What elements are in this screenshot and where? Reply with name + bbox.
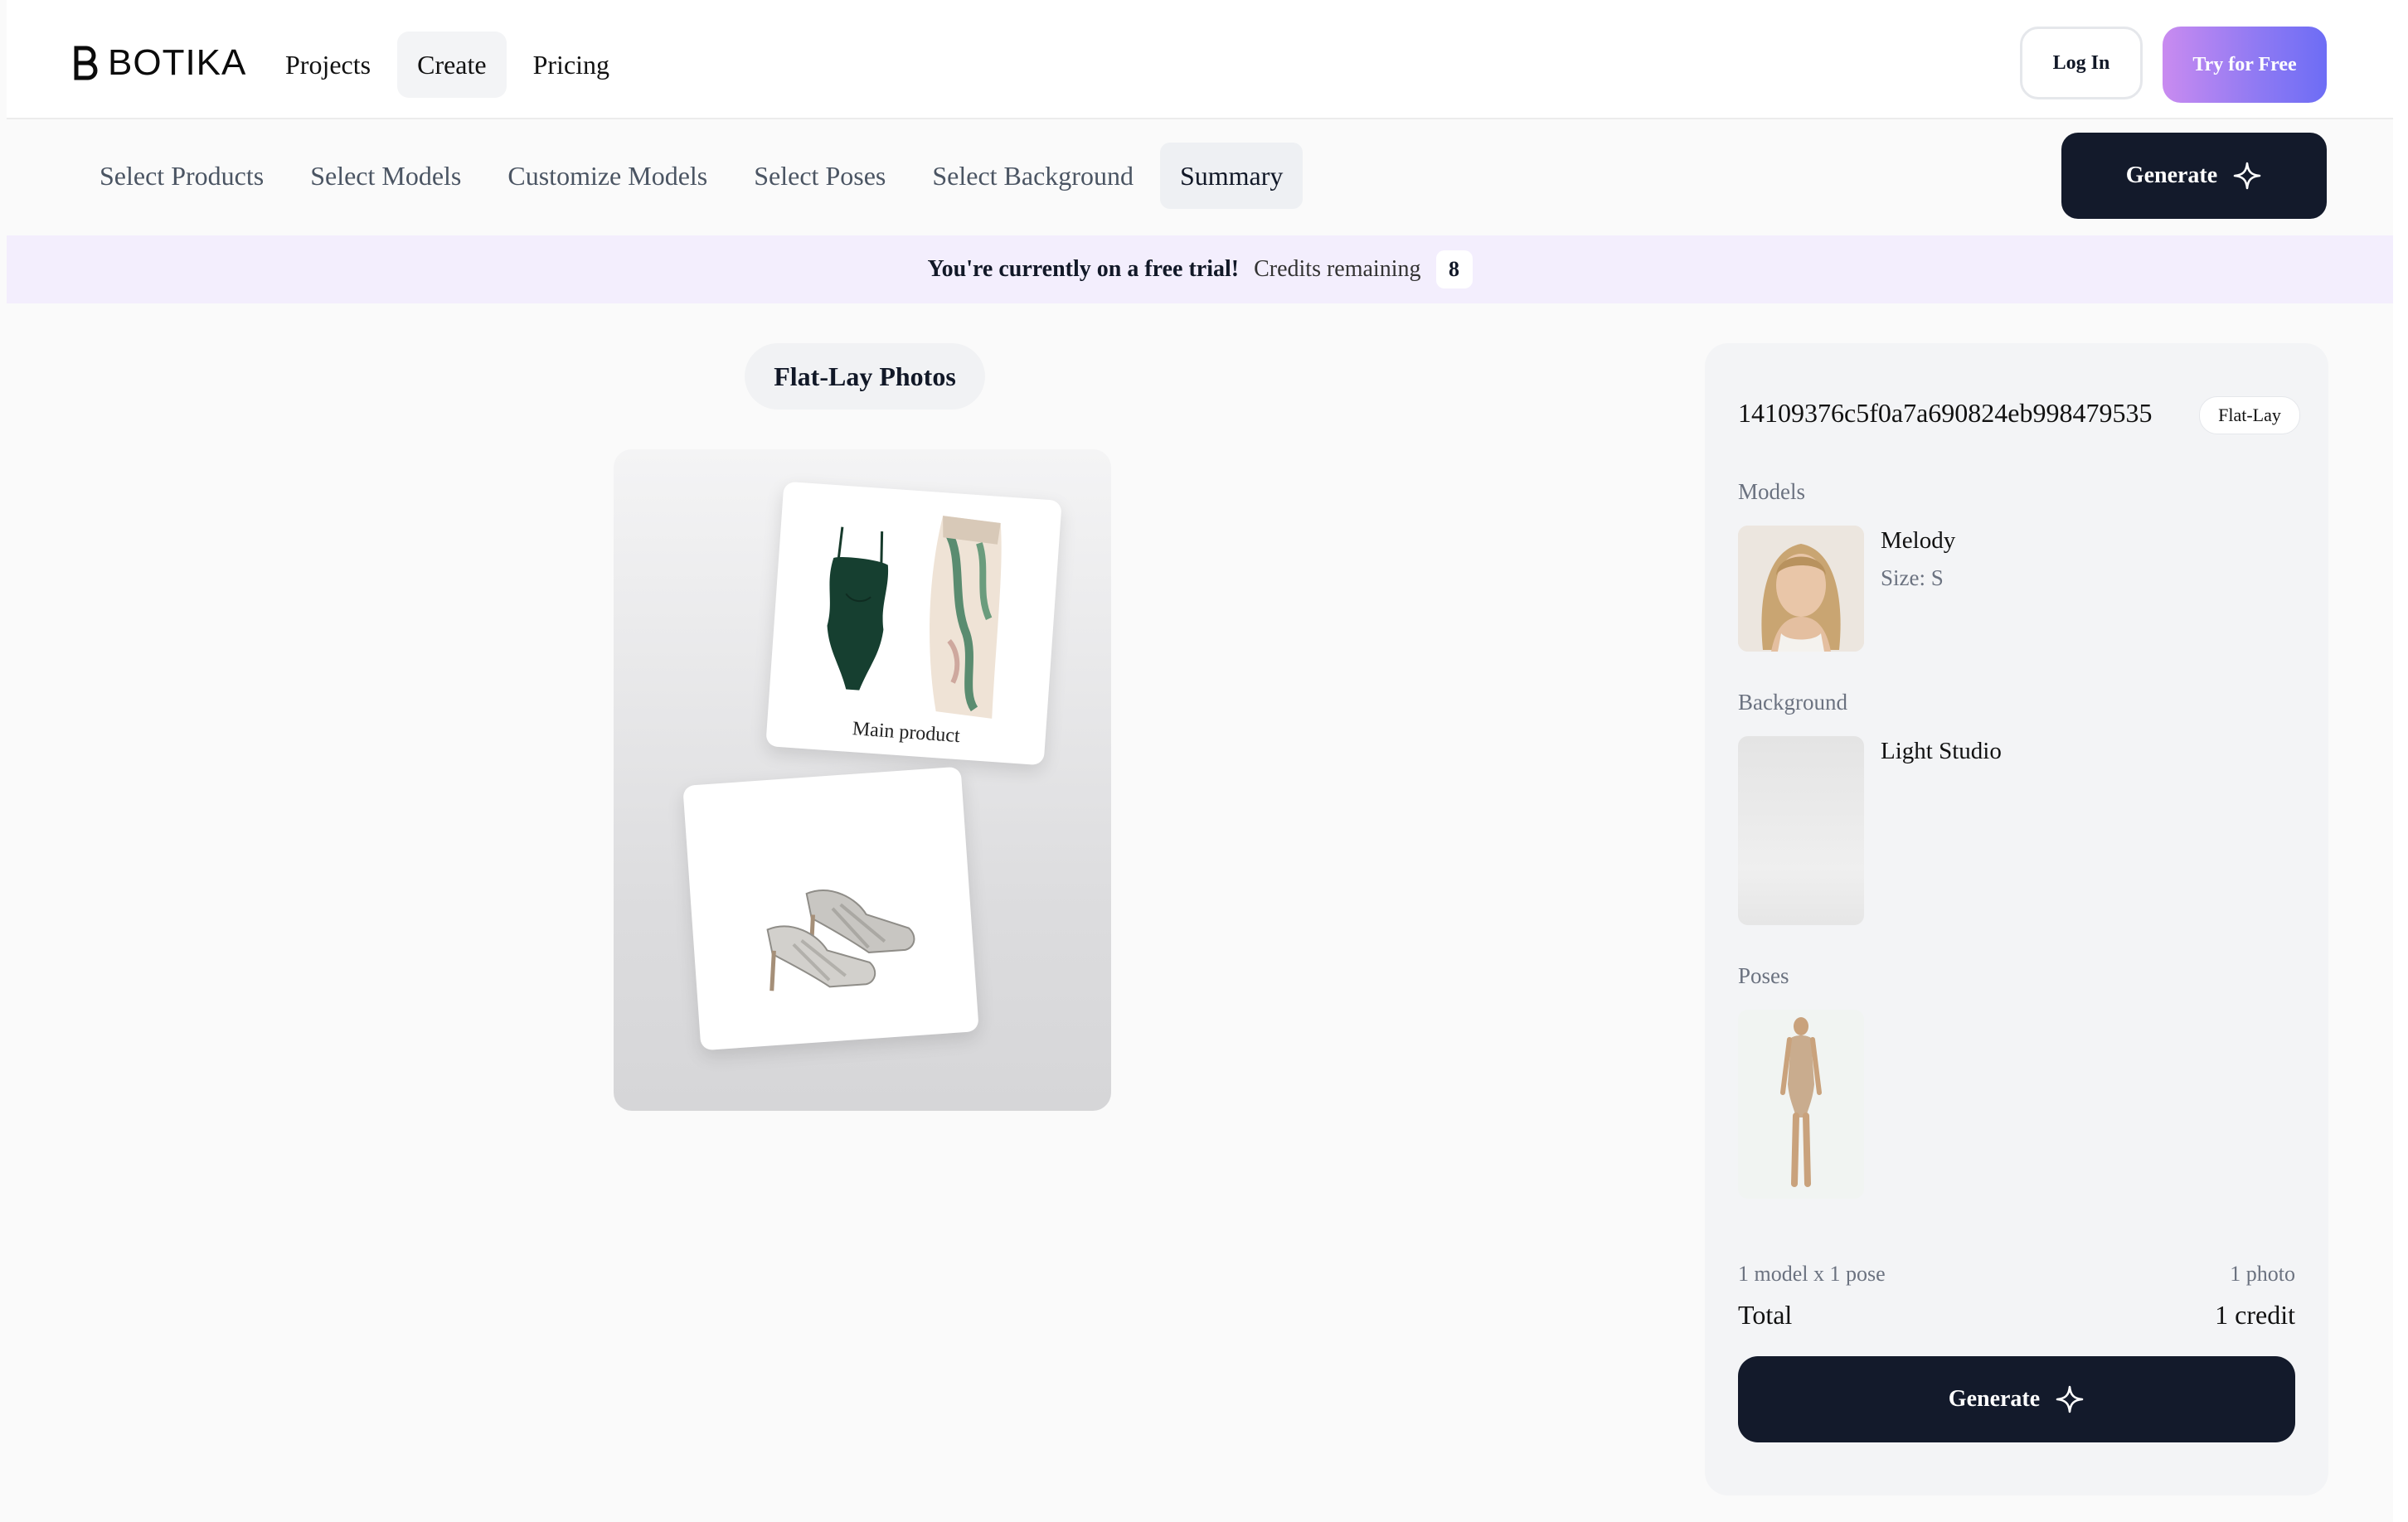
sparkle-icon [2233,162,2261,190]
step-select-poses[interactable]: Select Poses [734,143,905,209]
main-product-card[interactable]: Main product [765,481,1062,766]
model-name: Melody [1881,527,1956,554]
flat-lay-preview: Main product [614,449,1111,1111]
brand-name: BOTIKA [108,42,247,83]
credits-count-badge: 8 [1435,250,1473,288]
app-frame: BOTIKA Projects Create Pricing Log In Tr… [7,0,2393,1522]
total-value: 1 credit [2215,1300,2295,1330]
credits-label: Credits remaining [1254,256,1421,282]
calculation-text: 1 model x 1 pose [1738,1262,1886,1286]
heels-image [766,889,915,991]
secondary-product-card[interactable] [682,766,979,1051]
step-select-models[interactable]: Select Models [290,143,481,209]
section-title-pill: Flat-Lay Photos [745,343,985,410]
model-size: Size: S [1881,565,1944,590]
model-thumbnail[interactable] [1738,526,1864,652]
generate-button-top[interactable]: Generate [2061,133,2327,219]
step-select-products[interactable]: Select Products [80,143,284,209]
generate-button-label: Generate [1948,1386,2041,1412]
main-nav: Projects Create Pricing [265,32,636,98]
generate-button-bottom[interactable]: Generate [1738,1356,2295,1442]
sarong-image [930,516,1002,719]
step-select-background[interactable]: Select Background [912,143,1153,209]
photo-type-tag: Flat-Lay [2199,396,2300,434]
pose-thumbnail[interactable] [1738,1010,1864,1199]
try-for-free-button[interactable]: Try for Free [2163,27,2327,103]
top-navbar: BOTIKA Projects Create Pricing Log In Tr… [7,0,2393,119]
main-product-label: Main product [852,718,961,748]
wizard-step-bar: Select Products Select Models Customize … [7,119,2393,235]
free-trial-banner: You're currently on a free trial! Credit… [7,235,2393,303]
brand-logo[interactable]: BOTIKA [73,41,246,85]
summary-panel: 14109376c5f0a7a690824eb998479535 Flat-La… [1705,343,2328,1495]
step-summary[interactable]: Summary [1159,143,1304,209]
background-name: Light Studio [1881,738,2002,764]
swimsuit-image [827,526,889,691]
models-label: Models [1738,479,1805,504]
botika-logo-icon [73,45,98,81]
nav-pricing[interactable]: Pricing [513,32,629,98]
generate-button-label: Generate [2125,162,2218,188]
total-label: Total [1738,1300,1793,1330]
window-edge [2393,0,2408,1522]
step-customize-models[interactable]: Customize Models [488,143,727,209]
login-button[interactable]: Log In [2020,27,2143,99]
poses-label: Poses [1738,963,1789,988]
sparkle-icon [2056,1385,2084,1413]
nav-projects[interactable]: Projects [265,32,391,98]
model-portrait-image [1738,526,1864,652]
trial-message: You're currently on a free trial! [927,256,1240,282]
project-id: 14109376c5f0a7a690824eb998479535 [1738,398,2153,428]
nav-create[interactable]: Create [397,32,507,98]
calculation-result: 1 photo [2230,1262,2295,1286]
wizard-steps: Select Products Select Models Customize … [80,143,1309,209]
pose-figure-image [1738,1010,1864,1199]
background-thumbnail[interactable] [1738,736,1864,925]
background-label: Background [1738,690,1847,715]
